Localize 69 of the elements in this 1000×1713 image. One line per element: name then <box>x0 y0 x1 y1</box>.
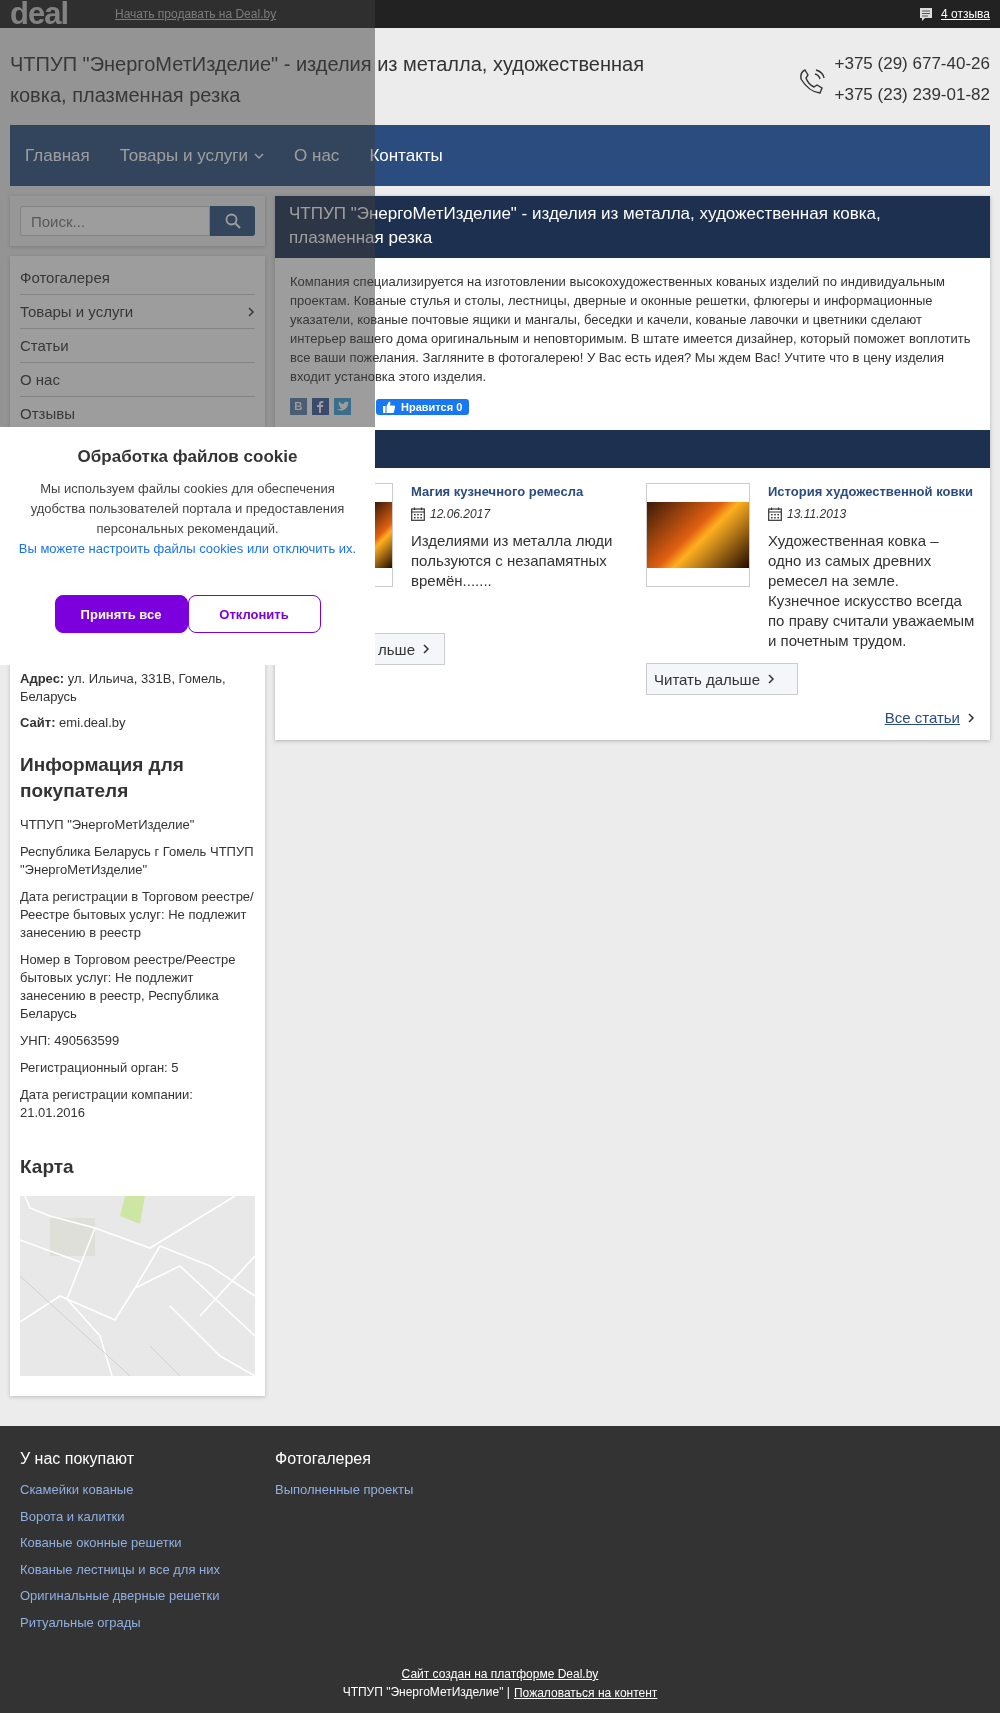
article-title[interactable]: История художественной ковки <box>768 483 975 501</box>
calendar-icon <box>411 507 425 521</box>
chevron-icon <box>967 712 975 723</box>
sidebar-menu-item[interactable]: Товары и услуги <box>20 295 255 329</box>
footer-link[interactable]: Скамейки кованые <box>20 1482 275 1498</box>
footer-link[interactable]: Оригинальные дверные решетки <box>20 1588 275 1604</box>
chevron-icon <box>422 644 430 654</box>
site-title: ЧТПУП "ЭнергоМетИзделие" - изделия из металла, художественная ковка, плазменная резка <box>10 51 645 108</box>
vk-icon <box>290 398 307 415</box>
search-button[interactable] <box>210 206 255 236</box>
footer-link[interactable]: Выполненные проекты <box>275 1482 530 1498</box>
phone-number[interactable]: +375 (29) 677-40-26 <box>834 49 990 79</box>
info-text: Дата регистрации в Торговом реестре/Реестре бытовых услуг: Не подлежит занесению в реестр <box>20 888 255 942</box>
page-title-bar: ЧТПУП "ЭнергоМетИзделие" - изделия из металла, художественная ковка, плазменная резка <box>275 196 990 258</box>
article-excerpt: Художественная ковка – одно из самых древних ремесел на земле. Кузнечное искусство всегда по праву считали уважаемым и почетным трудом. <box>768 531 975 651</box>
like-button[interactable]: Нравится 0 <box>376 398 470 415</box>
article-date: 13.11.2013 <box>787 507 847 521</box>
complaint-link[interactable]: Пожаловаться на контент <box>513 1685 658 1701</box>
read-more-button[interactable]: льше <box>375 633 445 665</box>
platform-link[interactable]: Сайт создан на платформе Deal.by <box>401 1666 599 1682</box>
info-text: Регистрационный орган: 5 <box>20 1059 180 1077</box>
decline-button[interactable]: Отклонить <box>187 595 321 633</box>
footer-link[interactable]: Кованые оконные решетки <box>20 1535 275 1551</box>
footer-heading: У нас покупают <box>20 1450 136 1468</box>
sidebar-menu-item[interactable]: Фотогалерея <box>20 261 255 295</box>
footer-link[interactable]: Ворота и калитки <box>20 1508 275 1525</box>
logo[interactable]: deal <box>10 0 115 28</box>
all-articles-link[interactable]: Все статьи <box>884 709 960 726</box>
article-thumbnail[interactable] <box>375 483 393 587</box>
nav-item[interactable]: Главная <box>10 125 105 186</box>
footer-link[interactable]: Кованые лестницы и все для них <box>20 1561 275 1578</box>
sidebar-menu-item[interactable]: О нас <box>20 363 255 397</box>
section-heading: Информация для покупателя <box>20 753 185 803</box>
cookie-notice-text: Мы используем файлы cookies для обеспечения удобства пользователей портала и предоставления персональных рекомендаций. Вы можете настроить файлы cookies или отключить их. <box>17 480 358 558</box>
cookie-settings-link[interactable]: Вы можете настроить файлы cookies или отключить их. <box>18 541 357 556</box>
footer-link[interactable]: Ритуальные ограды <box>20 1614 275 1631</box>
phone-number[interactable]: +375 (23) 239-01-82 <box>834 80 990 110</box>
footer-heading: Фотогалерея <box>275 1450 372 1468</box>
section-heading: Карта <box>20 1156 75 1178</box>
article-thumbnail[interactable] <box>646 483 750 587</box>
article-excerpt: Изделиями из металла люди пользуются с незапамятных времён....... <box>411 531 614 591</box>
company-name: ЧТПУП "ЭнергоМетИзделие" | <box>342 1685 510 1701</box>
nav-item[interactable]: Товары и услуги <box>104 125 280 186</box>
read-more-button[interactable]: Читать дальше <box>646 663 798 695</box>
info-text: Номер в Торговом реестре/Реестре бытовых услуг: Не подлежит занесению в реестр, Республика Беларусь <box>20 951 237 1023</box>
reviews-link[interactable]: 4 отзыва <box>941 7 990 21</box>
contact-detail: Адрес: ул. Ильича, 331В, Гомель, Беларусь <box>20 670 227 706</box>
info-text: Дата регистрации компании: 21.01.2016 <box>20 1086 194 1122</box>
thumbs-up-icon <box>382 399 396 414</box>
photo-placeholder <box>375 502 392 568</box>
article-date: 12.06.2017 <box>430 507 491 521</box>
article-title[interactable]: Магия кузнечного ремесла <box>411 483 630 501</box>
contact-detail: Сайт: emi.deal.by <box>20 714 127 732</box>
accept-button[interactable]: Принять все <box>54 595 188 633</box>
search-icon <box>224 213 241 229</box>
facebook-icon <box>312 398 329 415</box>
info-text: УНП: 490563599 <box>20 1032 121 1050</box>
info-text: Республика Беларусь г Гомель ЧТПУП "ЭнергоМетИзделие" <box>20 843 255 879</box>
chevron-icon <box>767 674 775 684</box>
dialog-title: Обработка файлов cookie <box>77 447 298 467</box>
comment-icon <box>919 6 934 22</box>
nav-item[interactable]: О нас <box>279 125 355 186</box>
sidebar-menu-item[interactable]: Статьи <box>20 329 255 363</box>
search-field[interactable]: Поиск... <box>20 206 210 236</box>
twitter-icon <box>334 398 351 415</box>
sell-link[interactable]: Начать продавать на Deal.by <box>115 7 277 21</box>
nav-item[interactable]: Контакты <box>354 125 458 186</box>
info-text: ЧТПУП "ЭнергоМетИзделие" <box>20 816 196 834</box>
calendar-icon <box>768 507 782 521</box>
